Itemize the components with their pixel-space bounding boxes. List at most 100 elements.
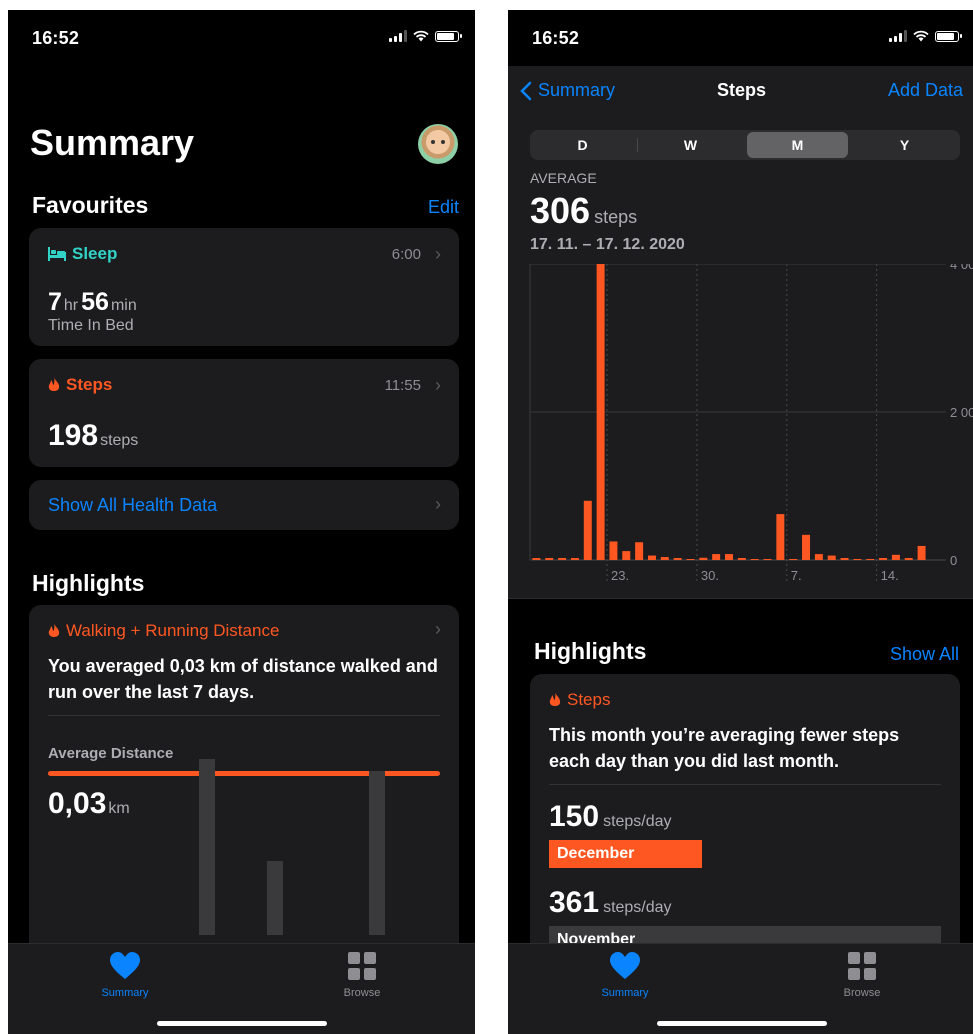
steps-time: 11:55 (384, 377, 421, 394)
x-tick-label: 23. (611, 568, 629, 583)
chart-bar (750, 559, 759, 560)
chart-bar (699, 557, 708, 560)
segment-week[interactable]: W (640, 132, 741, 158)
y-tick-label: 2 000 (950, 405, 973, 420)
chart-bar (737, 558, 746, 560)
chart-bar (725, 554, 733, 560)
chart-bar (545, 558, 554, 560)
chart-bar (532, 558, 541, 560)
tab-browse[interactable]: Browse (302, 952, 422, 999)
steps-screen: 16:52 Summary Steps Add Data D W M Y AVE… (508, 10, 973, 1034)
chevron-right-icon: › (435, 375, 441, 395)
segment-month[interactable]: M (747, 132, 848, 158)
chart-bar (622, 551, 631, 560)
sleep-caption: Time In Bed (48, 317, 134, 334)
x-tick-label: 30. (701, 568, 719, 583)
tab-browse-label: Browse (343, 987, 381, 999)
divider (508, 598, 973, 599)
tab-browse[interactable]: Browse (802, 952, 922, 999)
distance-summary-text: You averaged 0,03 km of distance walked … (48, 656, 438, 702)
avatar[interactable] (418, 124, 458, 164)
chart-bar (789, 559, 798, 560)
battery-icon (435, 30, 462, 42)
grid-icon (348, 952, 376, 980)
x-tick-label: 7. (791, 568, 802, 583)
status-time: 16:52 (32, 28, 80, 48)
chart-bar (866, 559, 875, 560)
status-bar: 16:52 (508, 10, 973, 66)
tab-summary[interactable]: Summary (565, 952, 685, 999)
y-tick-label: 4 000 (950, 264, 973, 272)
steps-bar-chart[interactable]: 0 2 000 4 000 23. 30. 7. 14. (508, 264, 973, 594)
sleep-card[interactable]: Sleep 6:00 › 7 hr 56 min Time In Bed (29, 228, 459, 346)
steps-value: 198 steps (48, 419, 139, 452)
chart-bar (583, 500, 592, 560)
average-distance-label: Average Distance (48, 745, 174, 762)
chart-bar (840, 558, 849, 560)
chart-bar (763, 559, 772, 560)
chart-bar (853, 559, 862, 560)
divider (48, 715, 440, 716)
chart-bar (814, 554, 823, 560)
period-segmented-control: D W M Y (530, 130, 960, 160)
chart-bar (635, 542, 644, 560)
status-bar: 16:52 (8, 10, 475, 66)
chart-bar (776, 514, 785, 560)
summary-screen: 16:52 Summary Favourites Edit Sleep 6:00… (8, 10, 475, 1034)
show-all-button[interactable]: Show All (890, 644, 959, 665)
tab-summary-label: Summary (101, 987, 149, 999)
december-bar: December (549, 840, 702, 868)
divider (549, 784, 941, 785)
page-title: Summary (30, 122, 195, 163)
steps-card[interactable]: Steps 11:55 › 198 steps (29, 359, 459, 467)
tab-summary-label: Summary (601, 987, 649, 999)
home-indicator (656, 1021, 827, 1026)
flame-icon (549, 692, 561, 706)
distance-label: Walking + Running Distance (66, 621, 280, 640)
flame-icon (48, 623, 60, 637)
steps-highlight-label: Steps (567, 690, 611, 709)
sleep-time: 6:00 (391, 246, 421, 263)
favourites-title: Favourites (32, 192, 149, 218)
chart-bar (879, 558, 888, 560)
y-tick-label: 0 (950, 553, 957, 568)
segment-day[interactable]: D (532, 132, 633, 158)
chart-bar (917, 545, 926, 560)
tab-bar: Summary Browse (508, 943, 973, 1034)
heart-icon (610, 952, 640, 979)
chart-bar (891, 554, 900, 560)
show-all-health-data-label: Show All Health Data (48, 495, 218, 515)
wifi-icon (913, 30, 929, 42)
bed-icon (48, 247, 66, 261)
navigation-bar: Summary Steps Add Data (508, 66, 973, 118)
highlights-title: Highlights (534, 638, 647, 664)
show-all-health-data-button[interactable]: Show All Health Data › (29, 480, 459, 530)
tab-summary[interactable]: Summary (65, 952, 185, 999)
sleep-label: Sleep (72, 244, 118, 263)
segment-year[interactable]: Y (854, 132, 955, 158)
steps-highlight-text: This month you’re averaging fewer steps … (549, 725, 900, 771)
chevron-right-icon: › (435, 244, 441, 264)
chart-bar (904, 558, 913, 560)
x-tick-label: 14. (881, 568, 899, 583)
weekday-bar (199, 759, 215, 935)
wifi-icon (413, 30, 429, 42)
edit-button[interactable]: Edit (428, 197, 459, 218)
chart-bar (570, 558, 579, 560)
weekday-bar (369, 771, 385, 935)
chart-bar (660, 557, 669, 560)
chart-bar (673, 558, 682, 560)
battery-icon (935, 30, 962, 42)
add-data-button[interactable]: Add Data (888, 80, 963, 101)
cellular-signal-icon (389, 30, 407, 42)
chart-bar (558, 558, 567, 560)
status-time: 16:52 (532, 28, 580, 48)
chart-bar (686, 559, 695, 560)
heart-icon (110, 952, 140, 979)
flame-icon (48, 377, 60, 391)
steps-label: Steps (66, 375, 113, 394)
home-indicator (156, 1021, 327, 1026)
chevron-right-icon: › (435, 494, 441, 514)
distance-highlight-card[interactable]: Walking + Running Distance › You average… (29, 605, 459, 965)
segment-separator (637, 138, 638, 152)
